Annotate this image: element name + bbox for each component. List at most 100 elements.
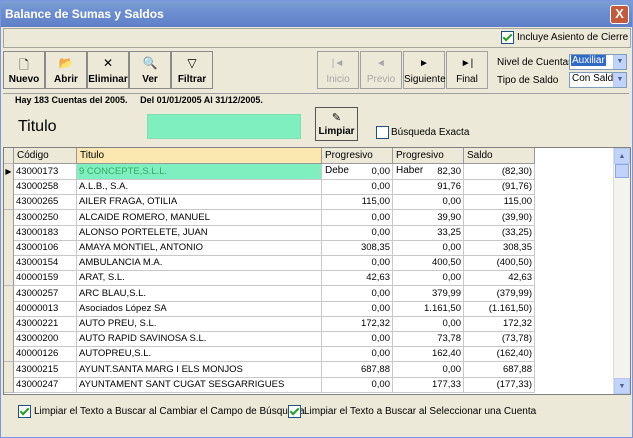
tipo-saldo-select[interactable]: Con Saldo ▼ bbox=[569, 72, 627, 88]
table-cell[interactable]: 687,88 bbox=[464, 361, 535, 378]
table-cell[interactable]: AILER FRAGA, OTILIA bbox=[77, 194, 322, 211]
chevron-down-icon[interactable]: ▼ bbox=[613, 55, 626, 69]
exact-search-checkbox[interactable] bbox=[376, 126, 389, 139]
table-cell[interactable]: Asociados López SA bbox=[77, 300, 322, 317]
limpiar-button[interactable]: ✎ Limpiar bbox=[315, 107, 358, 141]
row-selector[interactable]: ▶ bbox=[4, 164, 14, 180]
table-cell[interactable]: AUTOPREU,S.L. bbox=[77, 346, 322, 363]
filtrar-button[interactable]: ▽ Filtrar bbox=[171, 51, 213, 89]
table-cell[interactable]: 40000126 bbox=[14, 346, 77, 363]
nivel-cuentas-select[interactable]: Auxiliar ▼ bbox=[569, 54, 627, 70]
column-header-saldo[interactable]: Saldo bbox=[464, 148, 535, 164]
table-cell[interactable]: AMAYA MONTIEL, ANTONIO bbox=[77, 240, 322, 256]
table-cell[interactable]: 0,00 bbox=[393, 361, 464, 378]
table-cell[interactable]: 43000200 bbox=[14, 331, 77, 348]
table-cell[interactable]: 0,00 bbox=[322, 285, 393, 302]
close-button[interactable]: X bbox=[610, 5, 629, 24]
table-cell[interactable]: 308,35 bbox=[322, 240, 393, 256]
table-cell[interactable]: 172,32 bbox=[464, 316, 535, 332]
table-cell[interactable]: 0,00 bbox=[322, 179, 393, 196]
table-cell[interactable]: 162,40 bbox=[393, 346, 464, 363]
table-cell[interactable]: 43000221 bbox=[14, 316, 77, 332]
include-cierre-checkbox[interactable] bbox=[501, 31, 514, 44]
table-cell[interactable]: 40000159 bbox=[14, 270, 77, 287]
table-cell[interactable]: AUTO RAPID SAVINOSA S.L. bbox=[77, 331, 322, 348]
table-cell[interactable]: (162,40) bbox=[464, 346, 535, 363]
row-selector[interactable] bbox=[4, 300, 14, 317]
table-cell[interactable]: 0,00 bbox=[322, 224, 393, 241]
ver-button[interactable]: 🔍 Ver bbox=[129, 51, 171, 89]
column-header-codigo[interactable]: Código bbox=[14, 148, 77, 164]
table-cell[interactable]: ARAT, S.L. bbox=[77, 270, 322, 287]
table-cell[interactable]: 91,76 bbox=[393, 179, 464, 196]
table-cell[interactable]: ALONSO PORTELETE, JUAN bbox=[77, 224, 322, 241]
table-cell[interactable]: 379,99 bbox=[393, 285, 464, 302]
inicio-button[interactable]: |◄ Inicio bbox=[317, 51, 359, 89]
table-cell[interactable]: 400,50 bbox=[393, 255, 464, 272]
eliminar-button[interactable]: ✕ Eliminar bbox=[87, 51, 129, 89]
table-cell[interactable]: 687,88 bbox=[322, 361, 393, 378]
table-cell[interactable]: (379,99) bbox=[464, 285, 535, 302]
table-cell[interactable]: AMBULANCIA M.A. bbox=[77, 255, 322, 272]
grid-vertical-scrollbar[interactable]: ▲ ▼ bbox=[613, 148, 630, 394]
table-cell[interactable]: 308,35 bbox=[464, 240, 535, 256]
nuevo-button[interactable]: 🗋 Nuevo bbox=[3, 51, 45, 89]
row-selector[interactable] bbox=[4, 179, 14, 196]
include-cierre-option[interactable]: Incluye Asiento de Cierre bbox=[498, 31, 628, 44]
table-cell[interactable]: (400,50) bbox=[464, 255, 535, 272]
table-cell[interactable]: AYUNTAMENT SANT CUGAT SESGARRIGUES bbox=[77, 376, 322, 393]
table-cell[interactable]: 0,00 bbox=[393, 194, 464, 211]
row-selector[interactable] bbox=[4, 346, 14, 363]
table-cell[interactable]: AUTO PREU, S.L. bbox=[77, 316, 322, 332]
table-cell[interactable]: 0,00 bbox=[322, 255, 393, 272]
table-cell[interactable]: 0,00 bbox=[393, 316, 464, 332]
chevron-down-icon[interactable]: ▼ bbox=[613, 73, 626, 87]
table-cell[interactable]: 43000154 bbox=[14, 255, 77, 272]
column-header-titulo[interactable]: Titulo bbox=[77, 148, 322, 164]
table-cell[interactable]: 1.161,50 bbox=[393, 300, 464, 317]
clear-on-select-option[interactable]: Limpiar el Texto a Buscar al Seleccionar… bbox=[285, 405, 536, 418]
table-cell[interactable]: 39,90 bbox=[393, 209, 464, 226]
table-cell[interactable]: 115,00 bbox=[322, 194, 393, 211]
table-cell[interactable]: 0,00 bbox=[322, 209, 393, 226]
scroll-down-icon[interactable]: ▼ bbox=[614, 378, 630, 394]
exact-search-option[interactable]: Búsqueda Exacta bbox=[374, 126, 469, 139]
table-cell[interactable]: 115,00 bbox=[464, 194, 535, 211]
siguiente-button[interactable]: ► Siguiente bbox=[403, 51, 446, 89]
table-cell[interactable]: (33,25) bbox=[464, 224, 535, 241]
previo-button[interactable]: ◄ Previo bbox=[360, 51, 402, 89]
table-cell[interactable]: 43000106 bbox=[14, 240, 77, 256]
table-cell[interactable]: (82,30) bbox=[464, 164, 535, 180]
row-selector[interactable] bbox=[4, 255, 14, 272]
table-cell[interactable]: (1.161,50) bbox=[464, 300, 535, 317]
table-cell[interactable]: ALCAIDE ROMERO, MANUEL bbox=[77, 209, 322, 226]
row-selector[interactable] bbox=[4, 209, 14, 226]
table-cell[interactable]: 42,63 bbox=[464, 270, 535, 287]
table-cell[interactable]: 43000183 bbox=[14, 224, 77, 241]
table-cell[interactable]: 0,00 bbox=[393, 240, 464, 256]
row-selector[interactable] bbox=[4, 331, 14, 348]
table-cell[interactable]: 73,78 bbox=[393, 331, 464, 348]
table-cell[interactable]: 0,00 bbox=[322, 300, 393, 317]
table-cell[interactable]: 43000258 bbox=[14, 179, 77, 196]
clear-on-field-change-option[interactable]: Limpiar el Texto a Buscar al Cambiar el … bbox=[15, 405, 305, 418]
search-input[interactable] bbox=[147, 114, 301, 139]
table-cell[interactable]: (39,90) bbox=[464, 209, 535, 226]
table-cell[interactable]: 0,00 bbox=[322, 331, 393, 348]
table-cell[interactable]: 43000173 bbox=[14, 164, 77, 180]
clear-on-field-change-checkbox[interactable] bbox=[18, 405, 31, 418]
clear-on-select-checkbox[interactable] bbox=[288, 405, 301, 418]
row-selector[interactable] bbox=[4, 270, 14, 287]
table-cell[interactable]: 40000013 bbox=[14, 300, 77, 317]
table-cell[interactable]: 33,25 bbox=[393, 224, 464, 241]
table-cell[interactable]: 172,32 bbox=[322, 316, 393, 332]
table-cell[interactable]: 43000265 bbox=[14, 194, 77, 211]
row-selector[interactable] bbox=[4, 376, 14, 393]
table-cell[interactable]: A.L.B., S.A. bbox=[77, 179, 322, 196]
table-cell[interactable]: 0,00 bbox=[322, 164, 393, 180]
row-selector[interactable] bbox=[4, 240, 14, 256]
column-header-haber[interactable]: Progresivo Haber bbox=[393, 148, 464, 176]
final-button[interactable]: ►| Final bbox=[446, 51, 488, 89]
table-cell[interactable]: 43000247 bbox=[14, 376, 77, 393]
table-cell[interactable]: 43000215 bbox=[14, 361, 77, 378]
